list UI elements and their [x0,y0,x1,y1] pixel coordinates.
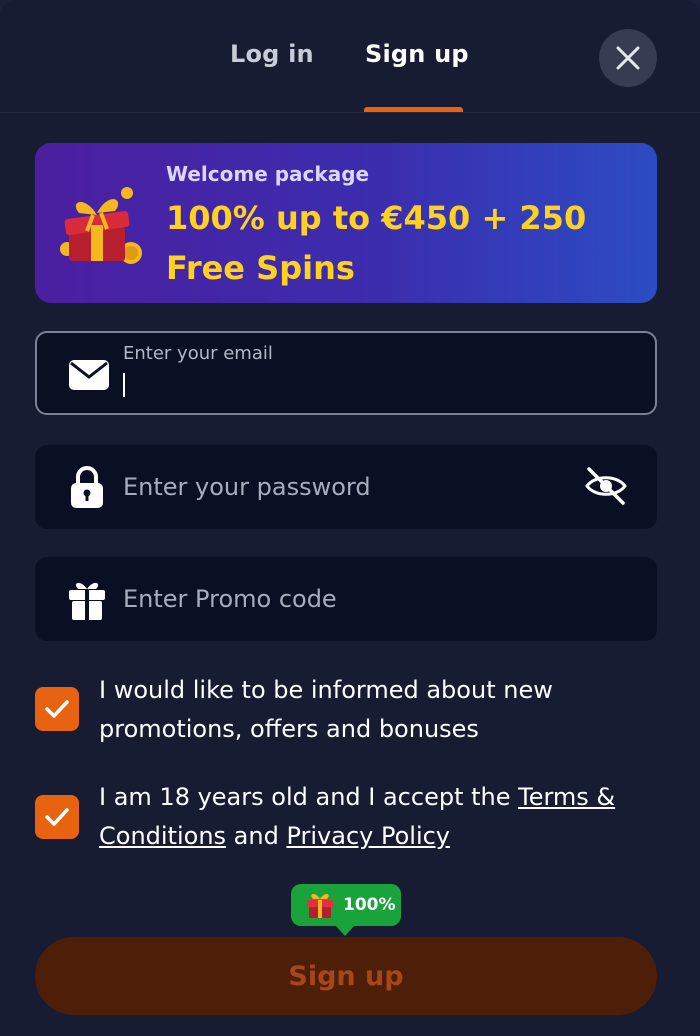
active-tab-indicator [364,107,463,112]
tab-login[interactable]: Log in [230,40,314,68]
promo-code-field[interactable]: Enter Promo code [35,557,657,641]
banner-title: 100% up to €450 + 250 Free Spins [166,199,587,287]
toggle-password-visibility[interactable] [583,463,629,509]
marketing-consent-text: I would like to be informed about new pr… [99,676,553,743]
privacy-policy-link[interactable]: Privacy Policy [286,822,450,850]
signup-submit-label: Sign up [288,960,404,992]
envelope-icon [67,353,111,397]
terms-consent-text: I am 18 years old and I accept the Terms… [99,778,639,856]
terms-middle: and [226,822,287,850]
text-caret [123,373,125,397]
bonus-badge-text: 100% [343,895,396,915]
email-label: Enter your email [123,343,273,364]
close-icon [616,46,640,70]
terms-consent-row: I am 18 years old and I accept the Terms… [35,778,657,856]
eye-off-icon [585,467,627,505]
marketing-consent-checkbox[interactable] [35,687,79,731]
promo-placeholder: Enter Promo code [123,585,337,613]
terms-prefix: I am 18 years old and I accept the [99,783,519,811]
close-button[interactable] [599,29,657,87]
welcome-banner: Welcome package 100% up to €450 + 250 Fr… [35,143,657,303]
tab-signup[interactable]: Sign up [365,40,469,68]
password-field[interactable]: Enter your password [35,445,657,529]
checkmark-icon [45,700,69,718]
email-field[interactable]: Enter your email [35,331,657,415]
terms-consent-checkbox[interactable] [35,795,79,839]
checkmark-icon [45,808,69,826]
gift-box-icon [60,187,142,264]
password-placeholder: Enter your password [123,473,371,501]
banner-subtitle: Welcome package [166,162,370,186]
gift-icon [65,577,109,621]
gift-icon [307,894,333,918]
marketing-consent-row: I would like to be informed about new pr… [35,671,657,749]
signup-submit-button[interactable]: Sign up [35,937,657,1015]
lock-icon [65,465,109,509]
bonus-badge: 100% [291,884,401,936]
auth-tabs: Log in Sign up [0,0,700,113]
signup-modal: Log in Sign up Welcome package 100% up t… [0,0,700,1036]
